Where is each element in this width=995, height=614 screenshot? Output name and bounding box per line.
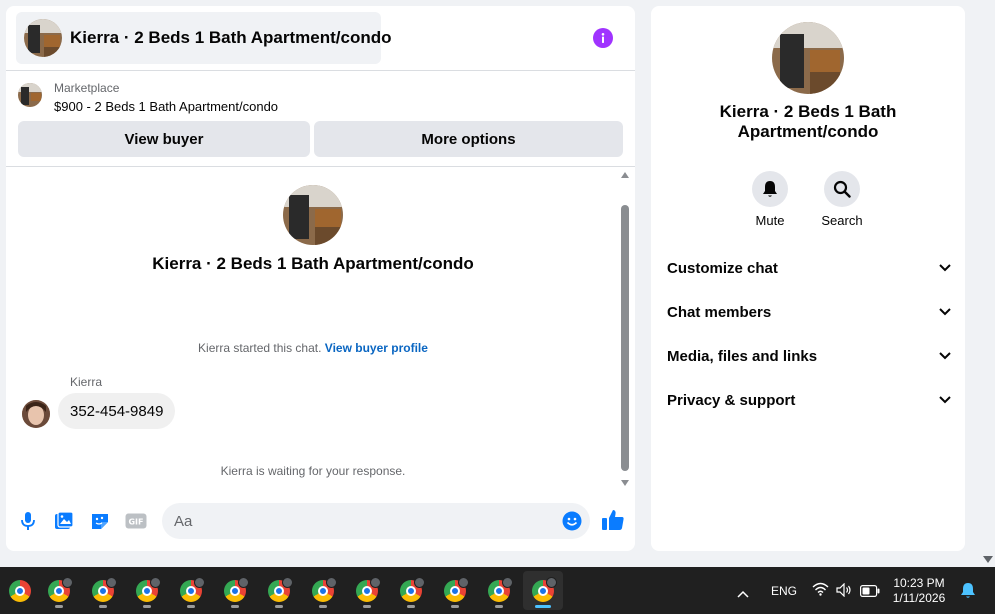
taskbar-chrome-app[interactable] xyxy=(259,571,299,610)
view-buyer-profile-link[interactable]: View buyer profile xyxy=(325,341,428,355)
details-title: Kierra · 2 Beds 1 Bath Apartment/condo xyxy=(651,102,965,142)
taskbar-chrome-app[interactable] xyxy=(83,571,123,610)
search-button[interactable]: Search xyxy=(812,171,872,228)
taskbar: ENG 10:23 PM 1/11/2026 xyxy=(0,567,995,614)
started-text: Kierra started this chat. xyxy=(198,341,322,355)
bell-icon[interactable] xyxy=(752,171,788,207)
profile-badge-icon xyxy=(150,577,161,588)
chat-panel: Kierra · 2 Beds 1 Bath Apartment/condo M… xyxy=(6,6,635,551)
taskbar-chrome-app[interactable] xyxy=(479,571,519,610)
battery-icon[interactable] xyxy=(860,584,880,602)
chat-title: Kierra · 2 Beds 1 Bath Apartment/condo xyxy=(70,28,392,47)
taskbar-chrome-app[interactable] xyxy=(391,571,431,610)
notification-bell-icon[interactable] xyxy=(960,582,976,604)
language-indicator[interactable]: ENG xyxy=(771,584,797,598)
composer: GIF xyxy=(6,498,635,546)
details-title-line1: Kierra · 2 Beds 1 Bath xyxy=(719,102,897,121)
chat-members-label: Chat members xyxy=(667,303,772,321)
system-clock[interactable]: 10:23 PM 1/11/2026 xyxy=(884,576,954,606)
chat-started-notice: Kierra started this chat. View buyer pro… xyxy=(6,341,620,355)
more-options-button[interactable]: More options xyxy=(314,121,623,157)
thread-scrollbar[interactable] xyxy=(619,170,631,490)
clock-date: 1/11/2026 xyxy=(892,591,946,605)
media-files-links-row[interactable]: Media, files and links xyxy=(667,341,951,371)
chevron-down-icon xyxy=(939,396,951,404)
message-input[interactable] xyxy=(162,503,590,539)
taskbar-chrome-app[interactable] xyxy=(171,571,211,610)
chat-details-panel: Kierra · 2 Beds 1 Bath Apartment/condo M… xyxy=(651,6,965,551)
svg-text:GIF: GIF xyxy=(128,518,143,527)
thumbs-up-icon[interactable] xyxy=(601,508,625,532)
search-label: Search xyxy=(821,213,863,228)
search-icon[interactable] xyxy=(824,171,860,207)
media-files-links-label: Media, files and links xyxy=(667,347,818,365)
mute-button[interactable]: Mute xyxy=(740,171,800,228)
message-thread: Kierra · 2 Beds 1 Bath Apartment/condo K… xyxy=(6,168,635,493)
thread-title: Kierra · 2 Beds 1 Bath Apartment/condo xyxy=(152,254,474,273)
taskbar-chrome-app[interactable] xyxy=(435,571,475,610)
profile-badge-icon xyxy=(414,577,425,588)
volume-icon[interactable] xyxy=(836,582,852,602)
customize-chat-row[interactable]: Customize chat xyxy=(667,253,951,283)
profile-badge-icon xyxy=(238,577,249,588)
taskbar-chrome-app[interactable] xyxy=(127,571,167,610)
wifi-icon[interactable] xyxy=(812,582,829,601)
waiting-notice: Kierra is waiting for your response. xyxy=(220,464,406,478)
profile-badge-icon xyxy=(326,577,337,588)
profile-badge-icon xyxy=(194,577,205,588)
profile-badge-icon xyxy=(282,577,293,588)
thread-avatar xyxy=(283,185,343,245)
scroll-up-arrow-icon[interactable] xyxy=(621,172,629,178)
sticker-icon[interactable] xyxy=(89,510,111,532)
gif-icon[interactable]: GIF xyxy=(125,510,147,532)
taskbar-chrome-app[interactable] xyxy=(0,571,40,610)
privacy-support-row[interactable]: Privacy & support xyxy=(667,385,951,415)
profile-badge-icon xyxy=(458,577,469,588)
listing-title[interactable]: $900 - 2 Beds 1 Bath Apartment/condo xyxy=(54,99,278,114)
info-icon[interactable] xyxy=(593,28,613,48)
sender-avatar[interactable] xyxy=(22,400,50,428)
listing-avatar xyxy=(24,19,62,57)
scroll-thumb[interactable] xyxy=(621,205,629,471)
sender-name: Kierra xyxy=(70,375,103,389)
clock-time: 10:23 PM xyxy=(893,576,945,590)
message-bubble[interactable]: 352-454-9849 xyxy=(58,393,176,429)
details-title-line2: Apartment/condo xyxy=(737,122,879,141)
profile-badge-icon xyxy=(370,577,381,588)
customize-chat-label: Customize chat xyxy=(667,259,778,277)
taskbar-chrome-app[interactable] xyxy=(215,571,255,610)
taskbar-chrome-app-active[interactable] xyxy=(523,571,563,610)
chevron-down-icon xyxy=(939,308,951,316)
photo-gallery-icon[interactable] xyxy=(53,510,75,532)
listing-card: Marketplace $900 - 2 Beds 1 Bath Apartme… xyxy=(6,72,635,167)
privacy-support-label: Privacy & support xyxy=(667,391,796,409)
details-avatar xyxy=(772,22,844,94)
view-buyer-button[interactable]: View buyer xyxy=(18,121,310,157)
emoji-icon[interactable] xyxy=(562,511,582,531)
chrome-icon xyxy=(9,579,31,602)
chat-title-button[interactable]: Kierra · 2 Beds 1 Bath Apartment/condo xyxy=(16,12,392,64)
chevron-down-icon xyxy=(939,264,951,272)
taskbar-chrome-app[interactable] xyxy=(347,571,387,610)
mute-label: Mute xyxy=(755,213,785,228)
page-scroll-down-arrow-icon[interactable] xyxy=(983,556,993,563)
chat-header: Kierra · 2 Beds 1 Bath Apartment/condo xyxy=(6,6,635,71)
profile-badge-icon xyxy=(546,577,557,588)
scroll-down-arrow-icon[interactable] xyxy=(621,480,629,486)
chevron-down-icon xyxy=(939,352,951,360)
listing-thumbnail[interactable] xyxy=(18,83,42,107)
taskbar-chrome-app[interactable] xyxy=(39,571,79,610)
microphone-icon[interactable] xyxy=(17,510,39,532)
chat-members-row[interactable]: Chat members xyxy=(667,297,951,327)
taskbar-chrome-app[interactable] xyxy=(303,571,343,610)
show-hidden-icons-chevron-up-icon[interactable] xyxy=(737,585,749,603)
profile-badge-icon xyxy=(106,577,117,588)
listing-source: Marketplace xyxy=(54,81,120,95)
profile-badge-icon xyxy=(502,577,513,588)
profile-badge-icon xyxy=(62,577,73,588)
